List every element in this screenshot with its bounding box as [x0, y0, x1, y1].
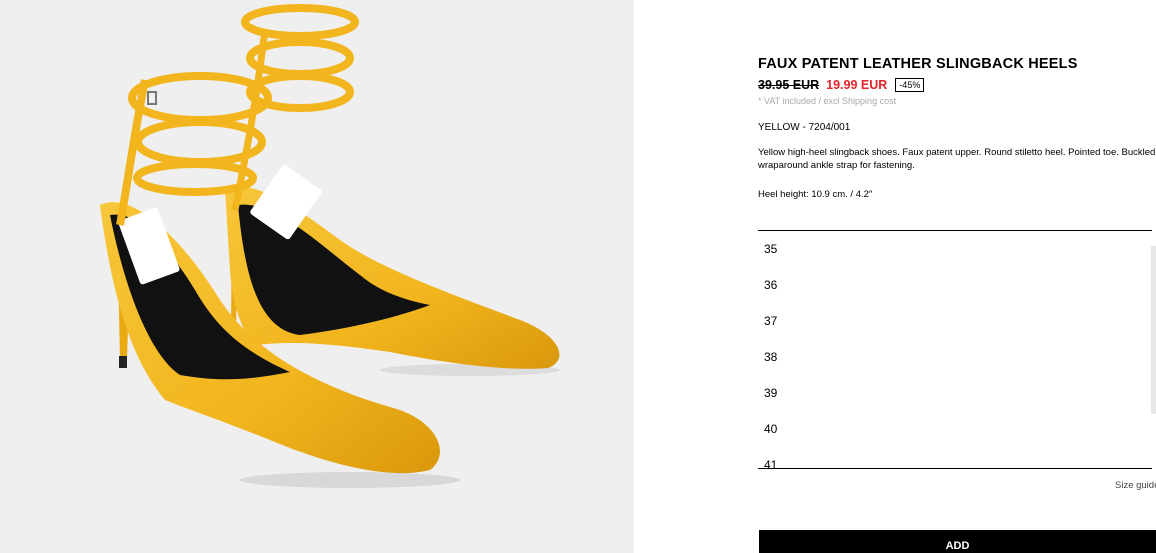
product-title: FAUX PATENT LEATHER SLINGBACK HEELS: [758, 56, 1078, 72]
old-price: 39.95 EUR: [758, 78, 820, 92]
add-to-cart-button[interactable]: ADD: [759, 530, 1156, 553]
size-option-36[interactable]: 36: [764, 278, 777, 292]
size-option-35[interactable]: 35: [764, 242, 777, 256]
product-info-panel: FAUX PATENT LEATHER SLINGBACK HEELS 39.9…: [758, 0, 1156, 553]
size-option-37[interactable]: 37: [764, 314, 777, 328]
sale-price: 19.99 EUR: [826, 78, 888, 92]
size-option-38[interactable]: 38: [764, 350, 777, 364]
vat-note: * VAT included / excl Shipping cost: [758, 96, 897, 106]
size-guide-link[interactable]: Size guide: [1115, 480, 1156, 491]
size-list-scrollbar[interactable]: [1151, 246, 1156, 414]
heel-height: Heel height: 10.9 cm. / 4.2″: [758, 189, 873, 200]
yellow-slingback-heels-illustration: [100, 4, 560, 488]
size-option-41[interactable]: 41: [764, 458, 777, 468]
color-reference: YELLOW - 7204/001: [758, 122, 851, 133]
size-option-40[interactable]: 40: [764, 422, 777, 436]
size-option-39[interactable]: 39: [764, 386, 777, 400]
product-image[interactable]: [0, 0, 634, 553]
product-description: Yellow high-heel slingback shoes. Faux p…: [758, 147, 1156, 171]
price-row: 39.95 EUR 19.99 EUR -45%: [758, 78, 925, 92]
discount-badge: -45%: [895, 78, 925, 92]
size-selector-list[interactable]: 35 36 37 38 39 40 41: [758, 230, 1152, 469]
